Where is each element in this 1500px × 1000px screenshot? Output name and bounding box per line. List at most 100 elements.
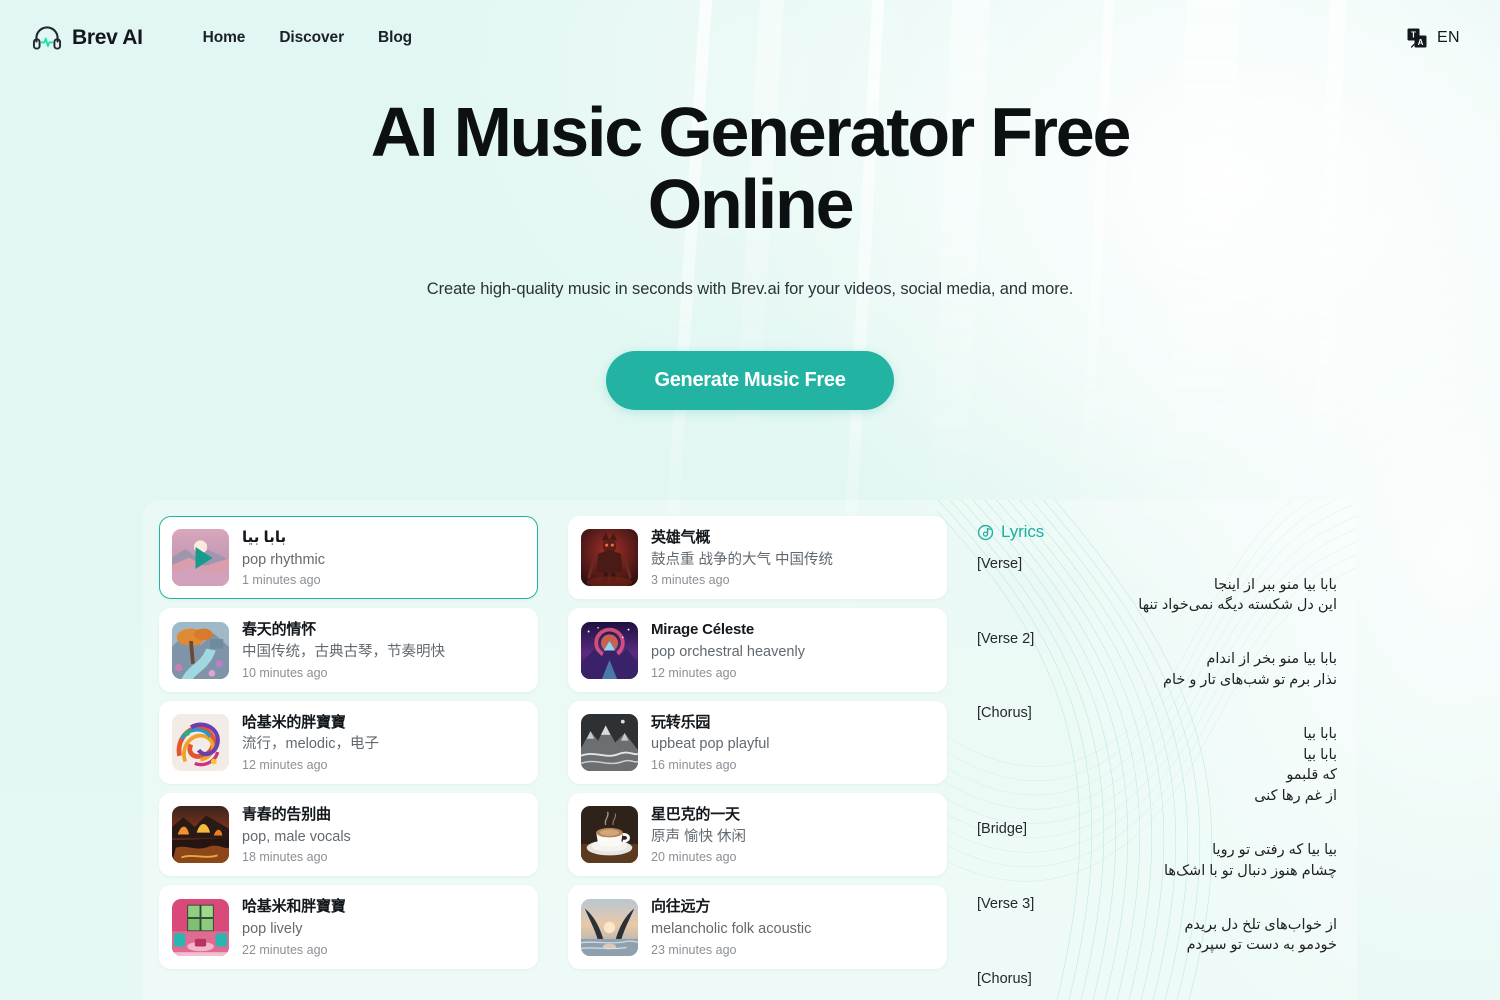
track-info: 青春的告别曲 pop, male vocals 18 minutes ago (242, 805, 525, 864)
track-timestamp: 18 minutes ago (242, 850, 328, 865)
brand-name: Brev AI (72, 26, 143, 49)
track-title: 向往远方 (651, 898, 711, 916)
cta-container: Generate Music Free (0, 351, 1500, 411)
hero-section: AI Music Generator Free Online Create hi… (0, 93, 1500, 411)
track-timestamp: 16 minutes ago (651, 758, 737, 773)
lyrics-section-tag: [Chorus] (977, 970, 1032, 987)
nav-item-home[interactable]: Home (203, 29, 246, 47)
track-timestamp: 22 minutes ago (242, 942, 328, 957)
track-title: 玩转乐园 (651, 713, 711, 731)
track-title: 星巴克的一天 (651, 806, 740, 824)
track-list-column-2: 英雄气概 鼓点重 战争的大气 中国传统 3 minutes ago Mirage… (552, 512, 955, 1000)
track-card[interactable]: 哈基米和胖寶寶 pop lively 22 minutes ago (159, 885, 538, 969)
lyrics-line: بابا بیا (1303, 726, 1337, 743)
track-timestamp: 12 minutes ago (651, 665, 737, 680)
lyrics-section: [Bridge] بیا بیا که رفتی تو رویا چشام هنوز… (977, 819, 1337, 881)
track-style: pop lively (242, 920, 303, 937)
track-title: 青春的告别曲 (242, 806, 331, 824)
track-style: 中国传统，古典古琴，节奏明快 (242, 643, 445, 660)
translate-icon: T A (1407, 28, 1427, 48)
track-title: 哈基米和胖寶寶 (242, 898, 346, 916)
track-timestamp: 12 minutes ago (242, 758, 328, 773)
track-info: بابا بیا pop rhythmic 1 minutes ago (242, 528, 525, 587)
lyrics-line: از خواب‌های تلخ دل بریدم (1184, 916, 1337, 933)
track-list-column-1: بابا بیا pop rhythmic 1 minutes ago 春天的情… (143, 512, 546, 1000)
generate-music-button[interactable]: Generate Music Free (606, 351, 894, 411)
track-card[interactable]: 青春的告别曲 pop, male vocals 18 minutes ago (159, 793, 538, 877)
track-card[interactable]: بابا بیا pop rhythmic 1 minutes ago (159, 516, 538, 600)
main-nav: Home Discover Blog (203, 29, 413, 47)
track-thumbnail (172, 713, 229, 771)
track-title: Mirage Céleste (651, 621, 755, 639)
track-card[interactable]: 春天的情怀 中国传统，古典古琴，节奏明快 10 minutes ago (159, 608, 538, 692)
lyrics-section-tag: [Bridge] (977, 821, 1027, 838)
track-card[interactable]: 英雄气概 鼓点重 战争的大气 中国传统 3 minutes ago (568, 516, 947, 600)
track-info: 哈基米的胖寶寶 流行，melodic，电子 12 minutes ago (242, 713, 525, 772)
lyrics-panel: Lyrics [Verse] بابا بیا منو ببر از اینجا ا… (955, 512, 1357, 1000)
purple-cosmic-mountain-artwork (581, 621, 638, 679)
track-timestamp: 23 minutes ago (651, 942, 737, 957)
track-style: melancholic folk acoustic (651, 920, 812, 937)
pink-interior-room-artwork (172, 898, 229, 956)
track-style: 原声 愉快 休闲 (651, 828, 747, 845)
track-card[interactable]: 向往远方 melancholic folk acoustic 23 minute… (568, 885, 947, 969)
lyrics-section-tag: [Verse] (977, 556, 1023, 572)
lyrics-line: که قلبمو (1286, 767, 1337, 784)
lyrics-line: خودمو به دست تو سپردم (1186, 937, 1337, 954)
lyrics-section-tag: [Verse 3] (977, 896, 1035, 913)
track-timestamp: 1 minutes ago (242, 573, 321, 588)
track-thumbnail (581, 898, 638, 956)
lyrics-line: بابا بیا منو ببر از اینجا (1213, 576, 1337, 593)
track-timestamp: 10 minutes ago (242, 665, 328, 680)
track-card[interactable]: 哈基米的胖寶寶 流行，melodic，电子 12 minutes ago (159, 700, 538, 785)
nav-item-discover[interactable]: Discover (279, 29, 344, 47)
coffee-cup-artwork (581, 806, 638, 864)
language-switcher[interactable]: T A EN (1407, 28, 1460, 48)
lyrics-line: چشام هنوز دنبال تو با اشک‌ها (1164, 862, 1337, 879)
track-style: pop rhythmic (242, 551, 326, 568)
track-style: upbeat pop playful (651, 736, 770, 753)
track-thumbnail (172, 621, 229, 679)
track-thumbnail (172, 806, 229, 864)
lyrics-content: [Verse] بابا بیا منو ببر از اینجا این دل ش… (977, 554, 1337, 989)
track-title: بابا بیا (242, 529, 287, 546)
vinyl-disc-icon (977, 524, 994, 540)
track-thumbnail (172, 898, 229, 956)
track-card[interactable]: 玩转乐园 upbeat pop playful 16 minutes ago (568, 700, 947, 785)
brand-logo-link[interactable]: Brev AI (32, 25, 143, 51)
lyrics-section: [Verse 3] از خواب‌های تلخ دل بریدم خودمو ب… (977, 894, 1337, 956)
track-info: 春天的情怀 中国传统，古典古琴，节奏明快 10 minutes ago (242, 620, 525, 679)
track-thumbnail (581, 621, 638, 679)
lyrics-section: [Chorus] بابا بیا بابا بیا که قلبمو از غم ره… (977, 703, 1337, 806)
lyrics-header: Lyrics (977, 522, 1337, 542)
lyrics-section-tag: [Chorus] (977, 705, 1032, 722)
play-icon[interactable] (195, 546, 212, 569)
lyrics-title: Lyrics (1001, 522, 1045, 541)
nav-item-blog[interactable]: Blog (378, 29, 412, 47)
track-style: pop orchestral heavenly (651, 643, 805, 660)
track-title: 哈基米的胖寶寶 (242, 713, 346, 731)
content-panel: بابا بیا pop rhythmic 1 minutes ago 春天的情… (143, 500, 1357, 1000)
track-info: 哈基米和胖寶寶 pop lively 22 minutes ago (242, 897, 525, 956)
page-title: AI Music Generator Free Online (370, 93, 1132, 244)
sunset-beach-wings-artwork (581, 898, 638, 956)
lyrics-line: از غم رها کنی (1254, 787, 1337, 804)
track-info: Mirage Céleste pop orchestral heavenly 1… (651, 620, 934, 679)
lyrics-section: [Verse 2] بابا بیا منو بخر از اندام نذار ب… (977, 629, 1337, 691)
track-timestamp: 3 minutes ago (651, 573, 730, 588)
track-card[interactable]: Mirage Céleste pop orchestral heavenly 1… (568, 608, 947, 692)
language-label: EN (1436, 29, 1460, 46)
track-info: 英雄气概 鼓点重 战争的大气 中国传统 3 minutes ago (651, 528, 934, 587)
track-info: 向往远方 melancholic folk acoustic 23 minute… (651, 897, 934, 956)
grey-mountains-artwork (581, 713, 638, 771)
lyrics-section: [Verse] بابا بیا منو ببر از اینجا این دل ش… (977, 554, 1337, 616)
svg-text:A: A (1418, 38, 1424, 47)
track-thumbnail (581, 529, 638, 587)
track-style: 流行，melodic，电子 (242, 736, 379, 753)
fiery-landscape-artwork (172, 806, 229, 864)
track-card[interactable]: 星巴克的一天 原声 愉快 休闲 20 minutes ago (568, 793, 947, 877)
headphones-waveform-icon (32, 26, 62, 50)
lyrics-line: بابا بیا (1303, 746, 1337, 763)
lyrics-line: بیا بیا که رفتی تو رویا (1212, 841, 1337, 858)
lyrics-section-tag: [Verse 2] (977, 630, 1035, 647)
